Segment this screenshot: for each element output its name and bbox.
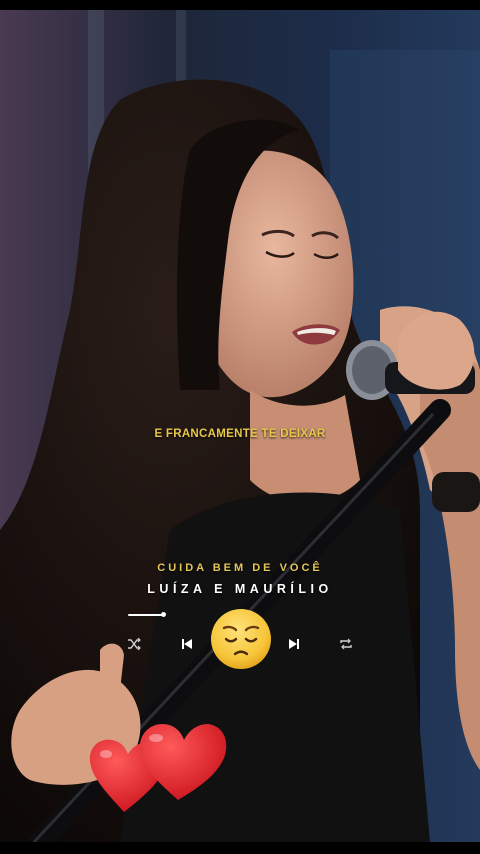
skip-previous-icon[interactable]	[179, 636, 195, 652]
bottom-letterbox	[0, 842, 480, 854]
repeat-icon[interactable]	[338, 636, 354, 652]
skip-next-icon[interactable]	[286, 636, 302, 652]
progress-fill	[128, 614, 164, 616]
lyric-subtitle: E FRANCAMENTE TE DEIXAR	[154, 428, 326, 440]
pensive-face-emoji[interactable]	[208, 606, 274, 672]
performer-photo	[0, 10, 480, 842]
artist-name: LUÍZA E MAURÍLIO	[147, 582, 333, 596]
top-letterbox	[0, 0, 480, 10]
song-title: CUIDA BEM DE VOCÊ	[157, 562, 323, 574]
two-red-hearts-icon	[86, 712, 231, 822]
video-scene: E FRANCAMENTE TE DEIXAR CUIDA BEM DE VOC…	[0, 10, 480, 842]
shuffle-icon[interactable]	[126, 636, 142, 652]
video-frame[interactable]: E FRANCAMENTE TE DEIXAR CUIDA BEM DE VOC…	[0, 0, 480, 854]
